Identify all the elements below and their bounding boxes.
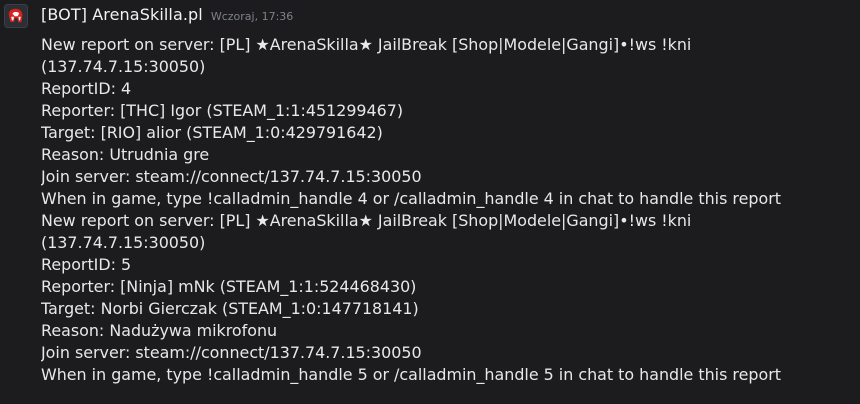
report-reporter: Reporter: [Ninja] mNk (STEAM_1:1:5244684… xyxy=(41,277,417,296)
report-id: ReportID: 4 xyxy=(41,79,132,98)
report-reason: Reason: Nadużywa mikrofonu xyxy=(41,321,278,340)
report-server-address: (137.74.7.15:30050) xyxy=(41,233,206,252)
report-id: ReportID: 5 xyxy=(41,255,132,274)
message-content: New report on server: [PL] ★ArenaSkilla★… xyxy=(41,34,856,386)
arena-helmet-icon xyxy=(8,8,23,23)
report-server-line: New report on server: [PL] ★ArenaSkilla★… xyxy=(41,35,692,54)
report-reason: Reason: Utrudnia gre xyxy=(41,145,210,164)
report-join-server: Join server: steam://connect/137.74.7.15… xyxy=(41,167,422,186)
report-join-server: Join server: steam://connect/137.74.7.15… xyxy=(41,343,422,362)
timestamp: Wczoraj, 17:36 xyxy=(210,10,294,23)
report-server-line: New report on server: [PL] ★ArenaSkilla★… xyxy=(41,211,692,230)
report-target: Target: [RIO] alior (STEAM_1:0:429791642… xyxy=(41,123,383,142)
report-handle-instructions: When in game, type !calladmin_handle 5 o… xyxy=(41,365,781,384)
report-reporter: Reporter: [THC] Igor (STEAM_1:1:45129946… xyxy=(41,101,404,120)
report-server-address: (137.74.7.15:30050) xyxy=(41,57,206,76)
username[interactable]: [BOT] ArenaSkilla.pl xyxy=(41,5,203,24)
chat-message: [BOT] ArenaSkilla.pl Wczoraj, 17:36 New … xyxy=(0,0,860,404)
report-target: Target: Norbi Gierczak (STEAM_1:0:147718… xyxy=(41,299,419,318)
report-handle-instructions: When in game, type !calladmin_handle 4 o… xyxy=(41,189,781,208)
message-header: [BOT] ArenaSkilla.pl Wczoraj, 17:36 xyxy=(41,5,293,29)
bot-avatar[interactable] xyxy=(4,4,28,28)
